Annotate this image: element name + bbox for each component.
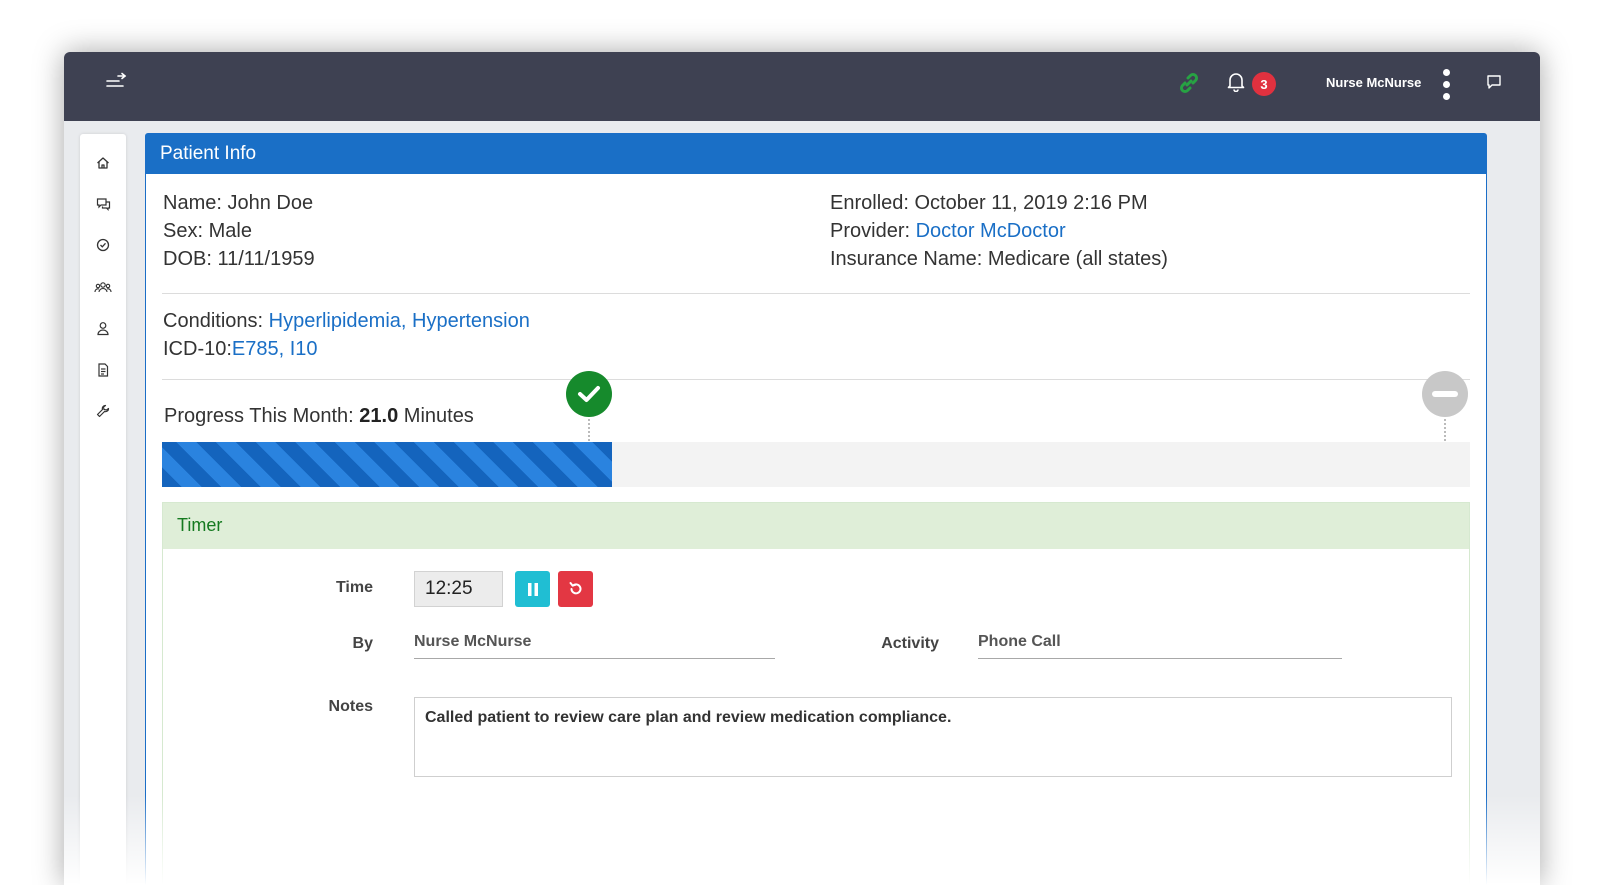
notes-textarea[interactable]: Called patient to review care plan and r… xyxy=(414,697,1452,777)
progress-bar xyxy=(162,442,1470,487)
provider-link[interactable]: Doctor McDoctor xyxy=(916,220,1066,242)
conditions-label: Conditions: xyxy=(163,310,264,332)
insurance-label: Insurance Name: xyxy=(830,248,983,270)
sidebar-item-tasks[interactable] xyxy=(93,235,113,255)
progress-bar-fill xyxy=(162,442,612,487)
time-label: Time xyxy=(335,579,373,596)
notification-badge: 3 xyxy=(1252,72,1276,96)
sidebar-item-reports[interactable] xyxy=(93,360,113,380)
time-display: 12:25 xyxy=(414,571,503,607)
pause-button[interactable] xyxy=(515,571,550,607)
conditions-link[interactable]: Hyperlipidemia, Hypertension xyxy=(269,310,530,332)
timer-panel: Timer Time 12:25 By Nurse McNurse Activi… xyxy=(162,502,1470,885)
panel-title: Patient Info xyxy=(146,134,1486,174)
patient-name: John Doe xyxy=(227,192,314,214)
patient-sex-row: Sex: Male xyxy=(163,220,252,243)
max-minus-icon xyxy=(1422,371,1468,417)
patient-sex: Male xyxy=(208,220,252,242)
icd-row: ICD-10:E785, I10 xyxy=(163,338,318,361)
bell-icon[interactable] xyxy=(1224,70,1248,94)
name-label: Name: xyxy=(163,192,222,214)
by-label: By xyxy=(352,635,373,652)
menu-toggle-icon[interactable] xyxy=(104,70,128,94)
conditions-row: Conditions: Hyperlipidemia, Hypertension xyxy=(163,310,530,333)
user-name[interactable]: Nurse McNurse xyxy=(1326,75,1421,90)
notes-label: Notes xyxy=(328,698,373,715)
group-icon xyxy=(94,282,112,293)
undo-icon xyxy=(569,582,581,595)
icd-label: ICD-10: xyxy=(163,338,232,360)
sidebar-item-home[interactable] xyxy=(93,153,113,173)
more-options-icon[interactable] xyxy=(1440,66,1452,102)
activity-field[interactable]: Phone Call xyxy=(978,627,1342,659)
sidebar xyxy=(80,134,126,885)
progress-title: Progress This Month: xyxy=(164,405,354,427)
insurance-name: Medicare (all states) xyxy=(987,248,1168,270)
max-dash xyxy=(1444,419,1446,441)
progress-value: 21.0 xyxy=(359,405,399,427)
home-icon xyxy=(97,157,109,169)
user-icon xyxy=(97,321,109,335)
patient-info-panel: Patient Info Name: John Doe Sex: Male DO… xyxy=(145,133,1487,885)
app-window: 3 Nurse McNurse Patient Info Name: John … xyxy=(64,52,1540,885)
enrolled-label: Enrolled: xyxy=(830,192,909,214)
provider-label: Provider: xyxy=(830,220,911,242)
sidebar-item-messages[interactable] xyxy=(93,194,113,214)
check-circle-icon xyxy=(96,238,110,252)
reset-button[interactable] xyxy=(558,571,593,607)
insurance-row: Insurance Name: Medicare (all states) xyxy=(830,248,1168,271)
progress-unit: Minutes xyxy=(403,405,474,427)
dob-label: DOB: xyxy=(163,248,212,270)
patient-name-row: Name: John Doe xyxy=(163,192,313,215)
progress-label: Progress This Month: 21.0 Minutes xyxy=(164,405,474,428)
sidebar-item-settings[interactable] xyxy=(93,401,113,421)
sidebar-item-patients[interactable] xyxy=(93,277,113,297)
pause-icon xyxy=(527,582,538,596)
chat-icon[interactable] xyxy=(1484,72,1504,92)
icd-link[interactable]: E785, I10 xyxy=(232,338,318,360)
chat-icon xyxy=(96,198,110,211)
wrench-icon xyxy=(96,404,110,418)
document-icon xyxy=(98,363,109,377)
sidebar-item-providers[interactable] xyxy=(93,318,113,338)
goal-dash xyxy=(588,419,590,441)
by-field[interactable]: Nurse McNurse xyxy=(414,627,775,659)
enrolled-date: October 11, 2019 2:16 PM xyxy=(914,192,1148,214)
top-navbar: 3 Nurse McNurse xyxy=(64,52,1540,121)
provider-row: Provider: Doctor McDoctor xyxy=(830,220,1066,243)
goal-met-check-icon xyxy=(566,371,612,417)
enrolled-row: Enrolled: October 11, 2019 2:16 PM xyxy=(830,192,1148,215)
sex-label: Sex: xyxy=(163,220,204,242)
divider xyxy=(162,293,1470,294)
divider xyxy=(162,379,1470,380)
patient-dob: 11/11/1959 xyxy=(217,248,315,270)
timer-header: Timer xyxy=(163,503,1469,549)
patient-dob-row: DOB: 11/11/1959 xyxy=(163,248,315,271)
activity-label: Activity xyxy=(881,635,939,652)
connection-link-icon[interactable] xyxy=(1176,70,1202,96)
